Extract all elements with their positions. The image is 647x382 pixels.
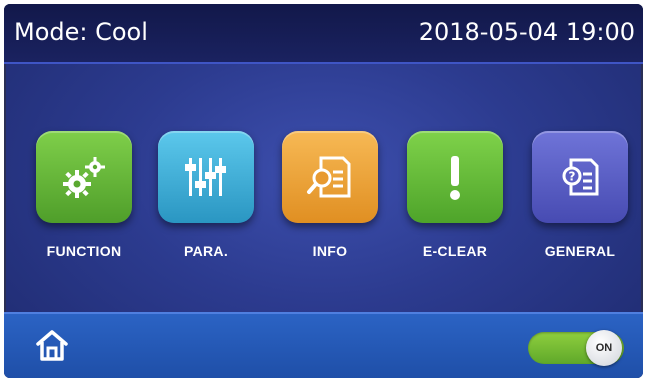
- function-button[interactable]: [36, 131, 132, 223]
- info-button[interactable]: [282, 131, 378, 223]
- gears-icon: [63, 157, 105, 198]
- info-label: INFO: [312, 243, 348, 259]
- date-time: 2018-05-04 19:00: [418, 18, 635, 46]
- power-toggle[interactable]: ON: [528, 330, 624, 366]
- display-screen: Mode: Cool 2018-05-04 19:00 FUNCTION PAR…: [4, 4, 643, 378]
- document-help-icon: ?: [562, 158, 599, 196]
- toggle-knob: ON: [586, 330, 622, 366]
- function-label: FUNCTION: [46, 243, 122, 259]
- exclamation-icon: [450, 156, 460, 200]
- para-label: PARA.: [183, 243, 229, 259]
- svg-text:?: ?: [569, 170, 576, 184]
- mode-indicator: Mode: Cool: [14, 18, 148, 46]
- status-bar: Mode: Cool 2018-05-04 19:00: [4, 4, 643, 64]
- bottom-bar: ON: [4, 312, 643, 378]
- e-clear-label: E-CLEAR: [422, 243, 488, 259]
- document-search-icon: [307, 156, 351, 198]
- e-clear-button[interactable]: [407, 131, 503, 223]
- parameters-button[interactable]: [158, 131, 254, 223]
- home-icon: [36, 330, 68, 361]
- sliders-icon: [185, 158, 226, 196]
- general-button[interactable]: ?: [532, 131, 628, 223]
- home-button[interactable]: [34, 328, 70, 362]
- general-label: GENERAL: [544, 243, 616, 259]
